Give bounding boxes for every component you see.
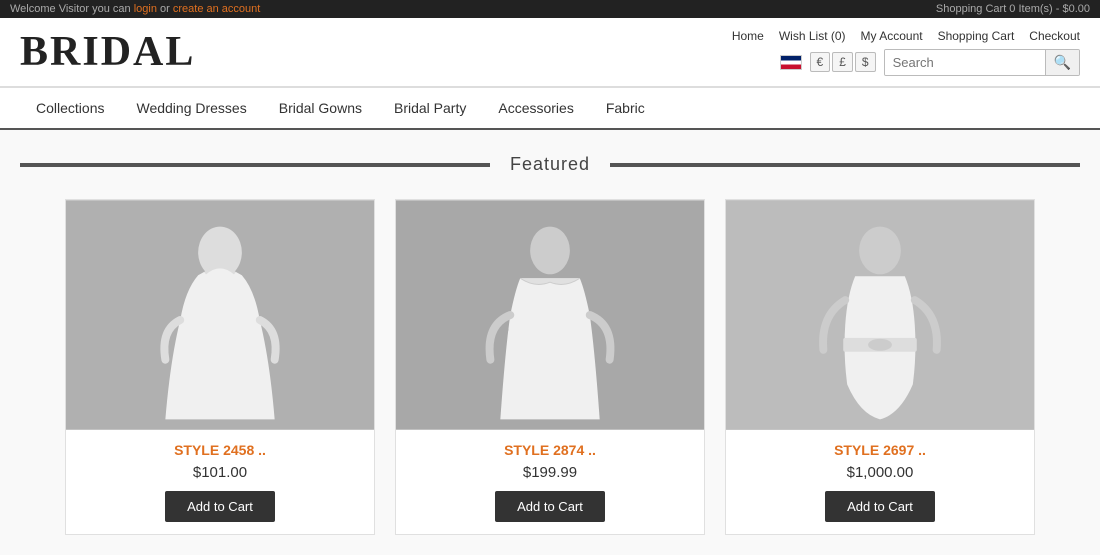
product-info-3: STYLE 2697 .. $1,000.00 Add to Cart — [726, 430, 1034, 534]
product-card: STYLE 2697 .. $1,000.00 Add to Cart — [725, 199, 1035, 535]
dollar-button[interactable]: $ — [855, 52, 876, 72]
product-image-2 — [396, 200, 704, 430]
logo: BRIDAL — [20, 28, 195, 76]
nav-item-fabric[interactable]: Fabric — [590, 88, 661, 128]
product-price-1: $101.00 — [78, 464, 362, 481]
my-account-link[interactable]: My Account — [861, 29, 923, 43]
featured-section: Featured STYLE 2458 — [0, 130, 1100, 555]
product-card: STYLE 2874 .. $199.99 Add to Cart — [395, 199, 705, 535]
product-style-1: STYLE 2458 .. — [78, 442, 362, 458]
top-bar-right: Shopping Cart 0 Item(s) - $0.00 — [936, 3, 1090, 15]
header-right: Home Wish List (0) My Account Shopping C… — [732, 29, 1080, 76]
add-to-cart-button-3[interactable]: Add to Cart — [825, 491, 935, 522]
welcome-message: Welcome Visitor you can login or create … — [10, 3, 260, 15]
product-info-2: STYLE 2874 .. $199.99 Add to Cart — [396, 430, 704, 534]
wishlist-link[interactable]: Wish List (0) — [779, 29, 846, 43]
header: BRIDAL Home Wish List (0) My Account Sho… — [0, 18, 1100, 87]
featured-title: Featured — [490, 150, 610, 179]
login-link[interactable]: login — [134, 3, 157, 15]
product-card: STYLE 2458 .. $101.00 Add to Cart — [65, 199, 375, 535]
nav-item-bridal-gowns[interactable]: Bridal Gowns — [263, 88, 378, 128]
top-bar: Welcome Visitor you can login or create … — [0, 0, 1100, 18]
product-style-2: STYLE 2874 .. — [408, 442, 692, 458]
header-nav-links: Home Wish List (0) My Account Shopping C… — [732, 29, 1080, 43]
product-info-1: STYLE 2458 .. $101.00 Add to Cart — [66, 430, 374, 534]
add-to-cart-button-1[interactable]: Add to Cart — [165, 491, 275, 522]
search-box: 🔍 — [884, 49, 1080, 76]
featured-bar-left — [20, 163, 490, 167]
search-input[interactable] — [885, 50, 1045, 75]
euro-button[interactable]: € — [810, 52, 831, 72]
nav-item-bridal-party[interactable]: Bridal Party — [378, 88, 482, 128]
products-grid: STYLE 2458 .. $101.00 Add to Cart — [20, 199, 1080, 535]
product-image-3 — [726, 200, 1034, 430]
nav-item-accessories[interactable]: Accessories — [482, 88, 589, 128]
pound-button[interactable]: £ — [832, 52, 853, 72]
featured-header: Featured — [20, 150, 1080, 179]
nav-bar: Collections Wedding Dresses Bridal Gowns… — [0, 87, 1100, 130]
shopping-cart-link[interactable]: Shopping Cart — [938, 29, 1015, 43]
featured-bar-right — [610, 163, 1080, 167]
nav-item-wedding-dresses[interactable]: Wedding Dresses — [120, 88, 262, 128]
checkout-link[interactable]: Checkout — [1029, 29, 1080, 43]
nav-item-collections[interactable]: Collections — [20, 88, 120, 128]
header-controls: € £ $ 🔍 — [780, 49, 1081, 76]
cart-summary[interactable]: Shopping Cart 0 Item(s) - $0.00 — [936, 3, 1090, 15]
product-price-2: $199.99 — [408, 464, 692, 481]
create-account-link[interactable]: create an account — [173, 3, 260, 15]
search-button[interactable]: 🔍 — [1045, 50, 1079, 75]
add-to-cart-button-2[interactable]: Add to Cart — [495, 491, 605, 522]
product-price-3: $1,000.00 — [738, 464, 1022, 481]
product-image-1 — [66, 200, 374, 430]
product-style-3: STYLE 2697 .. — [738, 442, 1022, 458]
home-link[interactable]: Home — [732, 29, 764, 43]
currency-buttons: € £ $ — [810, 52, 876, 72]
flag-icon — [780, 55, 802, 70]
